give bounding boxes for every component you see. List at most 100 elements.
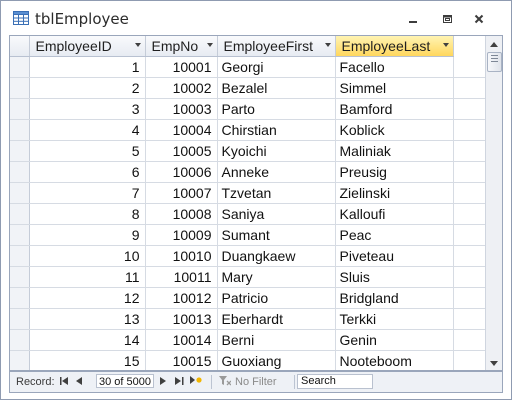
cell-employeelast[interactable]: Sluis xyxy=(335,266,454,288)
column-header-empno[interactable]: EmpNo xyxy=(145,36,218,57)
column-header-employeelast[interactable]: EmployeeLast xyxy=(335,36,454,57)
cell-empno[interactable]: 10009 xyxy=(145,224,218,246)
row-selector[interactable] xyxy=(10,266,30,288)
dropdown-arrow-icon[interactable] xyxy=(134,43,141,47)
row-selector[interactable] xyxy=(10,56,30,78)
cell-employeeid[interactable]: 13 xyxy=(29,308,146,330)
cell-employeefirst[interactable]: Chirstian xyxy=(217,119,336,141)
table-row[interactable]: 14 10014 Berni Genin xyxy=(10,329,487,351)
cell-employeefirst[interactable]: Duangkaew xyxy=(217,245,336,267)
cell-employeelast[interactable]: Genin xyxy=(335,329,454,351)
cell-employeefirst[interactable]: Eberhardt xyxy=(217,308,336,330)
cell-employeefirst[interactable]: Mary xyxy=(217,266,336,288)
cell-employeelast[interactable]: Preusig xyxy=(335,161,454,183)
cell-employeelast[interactable]: Kalloufi xyxy=(335,203,454,225)
close-button[interactable] xyxy=(467,9,491,29)
cell-empno[interactable]: 10008 xyxy=(145,203,218,225)
table-row[interactable]: 10 10010 Duangkaew Piveteau xyxy=(10,245,487,267)
table-row[interactable]: 8 10008 Saniya Kalloufi xyxy=(10,203,487,225)
cell-employeefirst[interactable]: Tzvetan xyxy=(217,182,336,204)
cell-employeeid[interactable]: 3 xyxy=(29,98,146,120)
cell-empno[interactable]: 10010 xyxy=(145,245,218,267)
row-selector[interactable] xyxy=(10,287,30,309)
cell-employeeid[interactable]: 7 xyxy=(29,182,146,204)
dropdown-arrow-icon[interactable] xyxy=(442,43,449,47)
next-record-button[interactable] xyxy=(160,372,167,392)
cell-empno[interactable]: 10003 xyxy=(145,98,218,120)
cell-empno[interactable]: 10015 xyxy=(145,350,218,370)
row-selector[interactable] xyxy=(10,245,30,267)
table-row[interactable]: 13 10013 Eberhardt Terkki xyxy=(10,308,487,330)
row-selector[interactable] xyxy=(10,77,30,99)
column-header-employeeid[interactable]: EmployeeID xyxy=(29,36,146,57)
cell-employeelast[interactable]: Bamford xyxy=(335,98,454,120)
cell-employeefirst[interactable]: Anneke xyxy=(217,161,336,183)
cell-empno[interactable]: 10004 xyxy=(145,119,218,141)
cell-employeefirst[interactable]: Kyoichi xyxy=(217,140,336,162)
row-selector[interactable] xyxy=(10,308,30,330)
cell-employeeid[interactable]: 6 xyxy=(29,161,146,183)
table-row[interactable]: 1 10001 Georgi Facello xyxy=(10,56,487,78)
table-row[interactable]: 11 10011 Mary Sluis xyxy=(10,266,487,288)
cell-employeelast[interactable]: Maliniak xyxy=(335,140,454,162)
row-selector[interactable] xyxy=(10,329,30,351)
new-record-button[interactable] xyxy=(190,372,202,392)
table-row[interactable]: 5 10005 Kyoichi Maliniak xyxy=(10,140,487,162)
cell-employeeid[interactable]: 10 xyxy=(29,245,146,267)
cell-employeeid[interactable]: 4 xyxy=(29,119,146,141)
row-selector[interactable] xyxy=(10,350,30,370)
row-selector[interactable] xyxy=(10,224,30,246)
cell-employeelast[interactable]: Piveteau xyxy=(335,245,454,267)
row-selector[interactable] xyxy=(10,182,30,204)
row-selector[interactable] xyxy=(10,140,30,162)
cell-employeeid[interactable]: 15 xyxy=(29,350,146,370)
cell-employeelast[interactable]: Nooteboom xyxy=(335,350,454,370)
cell-empno[interactable]: 10001 xyxy=(145,56,218,78)
cell-empno[interactable]: 10005 xyxy=(145,140,218,162)
cell-employeefirst[interactable]: Guoxiang xyxy=(217,350,336,370)
cell-employeeid[interactable]: 2 xyxy=(29,77,146,99)
dropdown-arrow-icon[interactable] xyxy=(206,43,213,47)
cell-empno[interactable]: 10014 xyxy=(145,329,218,351)
table-row[interactable]: 2 10002 Bezalel Simmel xyxy=(10,77,487,99)
scroll-thumb[interactable] xyxy=(487,52,502,72)
row-selector[interactable] xyxy=(10,119,30,141)
cell-employeeid[interactable]: 8 xyxy=(29,203,146,225)
cell-employeefirst[interactable]: Sumant xyxy=(217,224,336,246)
cell-empno[interactable]: 10013 xyxy=(145,308,218,330)
cell-employeefirst[interactable]: Parto xyxy=(217,98,336,120)
cell-employeefirst[interactable]: Berni xyxy=(217,329,336,351)
cell-employeeid[interactable]: 1 xyxy=(29,56,146,78)
current-record-field[interactable]: 30 of 5000 xyxy=(96,374,154,388)
scroll-down-button[interactable] xyxy=(486,354,502,370)
cell-employeeid[interactable]: 14 xyxy=(29,329,146,351)
cell-employeeid[interactable]: 9 xyxy=(29,224,146,246)
cell-employeelast[interactable]: Facello xyxy=(335,56,454,78)
first-record-button[interactable] xyxy=(60,372,69,392)
table-row[interactable]: 12 10012 Patricio Bridgland xyxy=(10,287,487,309)
cell-employeelast[interactable]: Peac xyxy=(335,224,454,246)
cell-empno[interactable]: 10011 xyxy=(145,266,218,288)
cell-employeefirst[interactable]: Saniya xyxy=(217,203,336,225)
cell-empno[interactable]: 10002 xyxy=(145,77,218,99)
cell-employeeid[interactable]: 11 xyxy=(29,266,146,288)
row-selector[interactable] xyxy=(10,98,30,120)
cell-employeefirst[interactable]: Patricio xyxy=(217,287,336,309)
minimize-button[interactable] xyxy=(401,9,425,29)
table-row[interactable]: 6 10006 Anneke Preusig xyxy=(10,161,487,183)
table-row[interactable]: 4 10004 Chirstian Koblick xyxy=(10,119,487,141)
select-all-corner[interactable] xyxy=(10,36,30,57)
column-header-employeefirst[interactable]: EmployeeFirst xyxy=(217,36,336,57)
table-row[interactable]: 3 10003 Parto Bamford xyxy=(10,98,487,120)
vertical-scrollbar[interactable] xyxy=(485,36,502,370)
row-selector[interactable] xyxy=(10,161,30,183)
scroll-up-button[interactable] xyxy=(486,36,502,52)
dropdown-arrow-icon[interactable] xyxy=(324,43,331,47)
last-record-button[interactable] xyxy=(175,372,184,392)
cell-employeelast[interactable]: Terkki xyxy=(335,308,454,330)
cell-employeeid[interactable]: 12 xyxy=(29,287,146,309)
cell-employeelast[interactable]: Zielinski xyxy=(335,182,454,204)
cell-employeelast[interactable]: Koblick xyxy=(335,119,454,141)
filter-toggle-button[interactable]: No Filter xyxy=(219,372,277,392)
cell-employeeid[interactable]: 5 xyxy=(29,140,146,162)
